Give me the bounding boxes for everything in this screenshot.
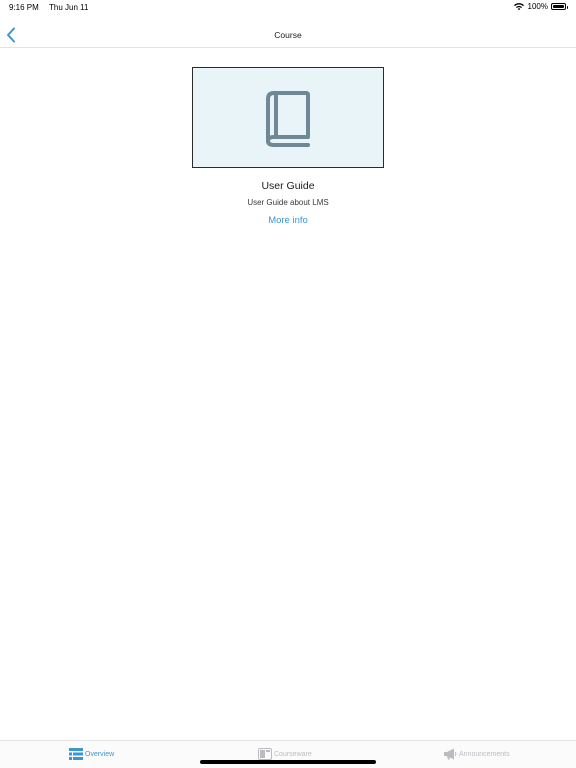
screen: 9:16 PM Thu Jun 11 100% Course User Guid… [0, 0, 576, 768]
tab-overview[interactable]: Overview [69, 748, 114, 760]
tab-announcements[interactable]: Announcements [443, 748, 510, 760]
tab-courseware[interactable]: Courseware [258, 748, 312, 760]
battery-fill [553, 5, 564, 8]
tab-courseware-label: Courseware [274, 750, 312, 758]
page-title: Course [274, 30, 302, 40]
tab-announcements-label: Announcements [459, 750, 510, 758]
wifi-icon [513, 3, 524, 11]
more-info-link[interactable]: More info [268, 215, 308, 226]
battery-percentage: 100% [527, 2, 548, 11]
list-icon [69, 748, 83, 760]
status-bar: 9:16 PM Thu Jun 11 100% [0, 0, 576, 14]
status-time: 9:16 PM [9, 3, 39, 12]
home-indicator [200, 760, 376, 764]
megaphone-icon [444, 748, 457, 760]
course-title: User Guide [261, 180, 315, 192]
courseware-icon [258, 748, 272, 760]
navigation-bar: Course [0, 22, 576, 48]
battery-icon [551, 3, 568, 10]
book-icon [266, 90, 310, 147]
course-description: User Guide about LMS [247, 198, 329, 207]
status-left: 9:16 PM Thu Jun 11 [9, 3, 88, 12]
status-right: 100% [513, 2, 568, 11]
course-image [192, 67, 384, 168]
tab-overview-label: Overview [85, 750, 115, 758]
more-info-container: More info [0, 215, 576, 226]
status-date: Thu Jun 11 [49, 3, 89, 12]
